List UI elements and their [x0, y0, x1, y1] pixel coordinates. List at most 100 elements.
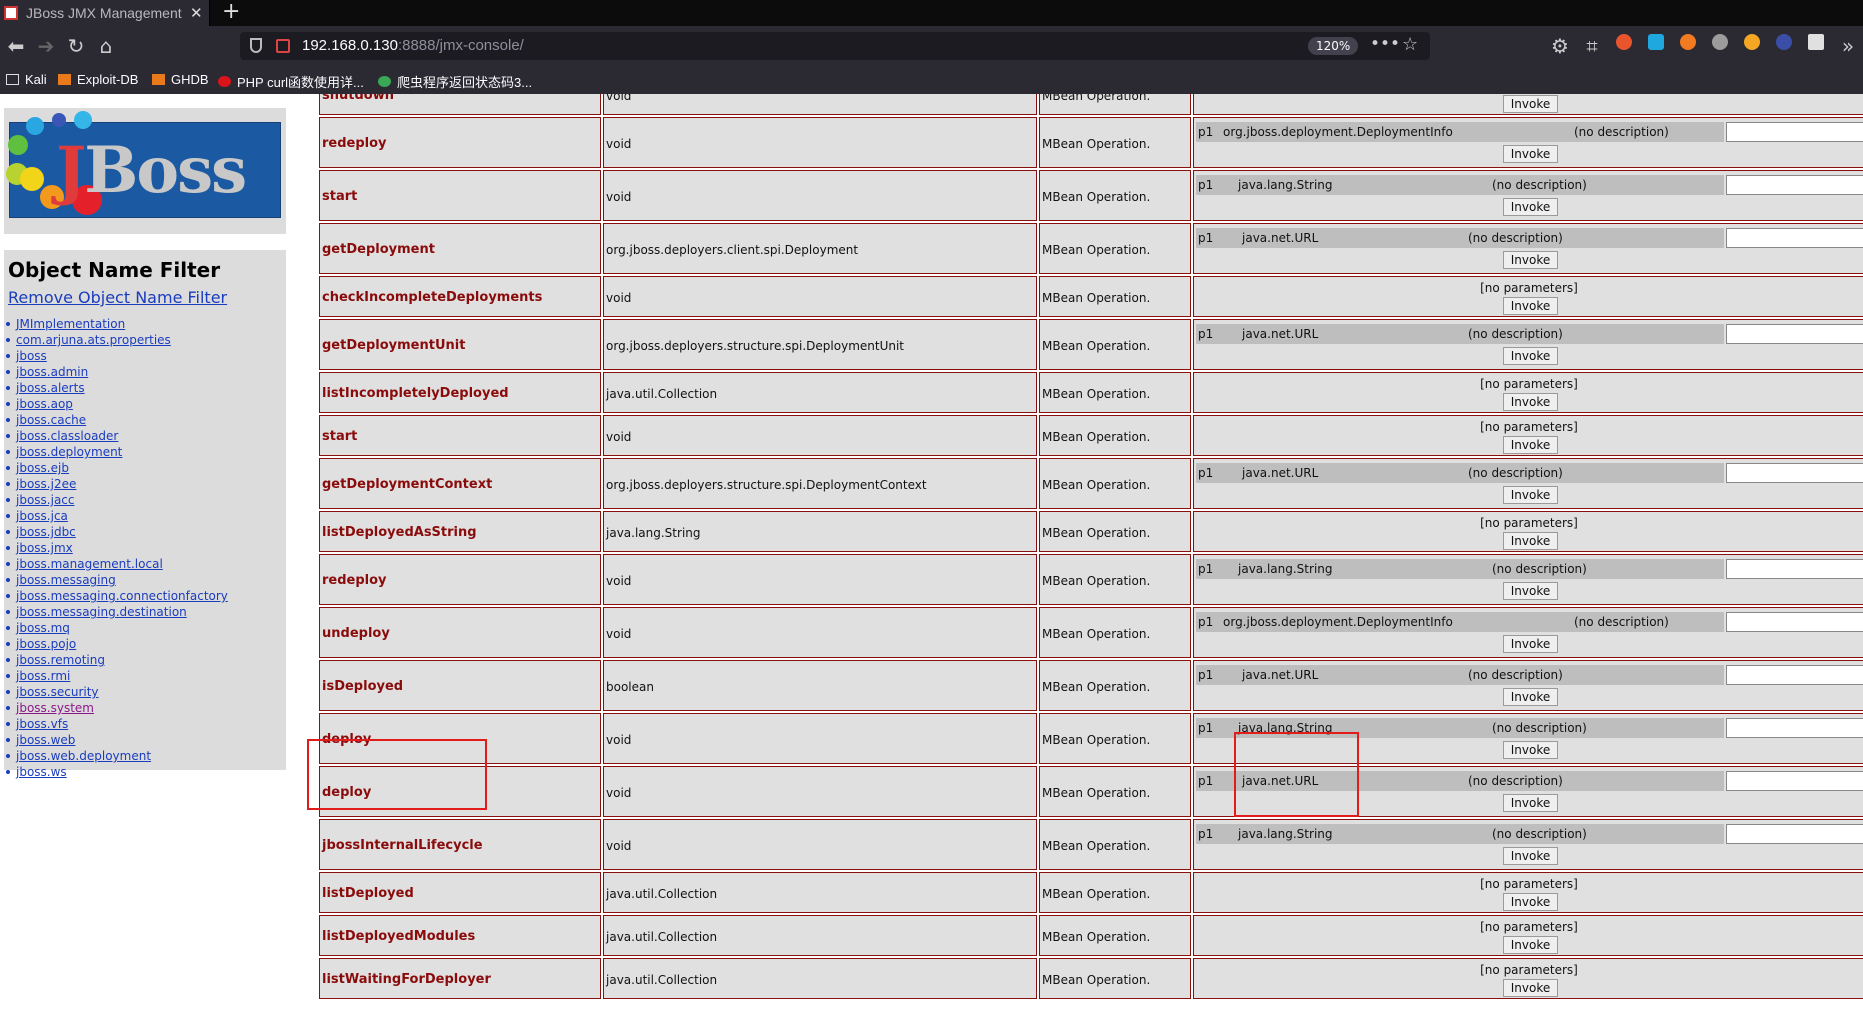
parameter-value-input[interactable] — [1726, 665, 1863, 685]
bookmark-crawler-status[interactable]: 爬虫程序返回状态码3... — [378, 72, 532, 91]
return-type: org.jboss.deployers.structure.spi.Deploy… — [606, 338, 905, 353]
invoke-button[interactable]: Invoke — [1503, 94, 1558, 113]
operation-name-cell: isDeployed — [319, 660, 601, 711]
insecure-lock-icon[interactable] — [276, 39, 290, 53]
screenshot-icon[interactable]: ⌗ — [1578, 32, 1606, 60]
operation-row: jbossInternalLifecycle void MBean Operatio… — [317, 819, 1863, 872]
extension-owl-icon[interactable] — [1712, 34, 1728, 50]
bookmark-exploit-db[interactable]: Exploit-DB — [58, 72, 138, 87]
invoke-button[interactable]: Invoke — [1503, 847, 1558, 865]
bookmark-php-curl[interactable]: PHP curl函数使用详... — [218, 72, 364, 91]
browser-tab[interactable]: JBoss JMX Management Co ✕ — [0, 0, 210, 26]
domain-link[interactable]: jboss.messaging.destination — [4, 604, 228, 620]
domain-link[interactable]: jboss.mq — [4, 620, 228, 636]
domain-link[interactable]: jboss.jmx — [4, 540, 228, 556]
domain-link[interactable]: jboss.ws — [4, 764, 228, 780]
operation-name-cell: redeploy — [319, 117, 601, 168]
domain-link[interactable]: com.arjuna.ats.properties — [4, 332, 228, 348]
invoke-button[interactable]: Invoke — [1503, 688, 1558, 706]
bookmark-star-icon[interactable]: ☆ — [1402, 34, 1418, 55]
new-tab-button[interactable]: + — [222, 0, 240, 24]
invoke-button[interactable]: Invoke — [1503, 198, 1558, 216]
url-text[interactable]: 192.168.0.130:8888/jmx-console/ — [302, 37, 524, 54]
domain-link[interactable]: jboss.admin — [4, 364, 228, 380]
domain-link[interactable]: jboss — [4, 348, 228, 364]
home-icon[interactable]: ⌂ — [92, 32, 120, 60]
settings-gear-icon[interactable]: ⚙ — [1546, 32, 1574, 60]
invoke-button[interactable]: Invoke — [1503, 582, 1558, 600]
extension-firefox-icon[interactable] — [1680, 34, 1696, 50]
parameter-value-input[interactable] — [1726, 559, 1863, 579]
zoom-level-badge[interactable]: 120% — [1308, 37, 1359, 55]
domain-link[interactable]: jboss.aop — [4, 396, 228, 412]
tracking-shield-icon[interactable] — [250, 38, 262, 53]
extension-ip-icon[interactable] — [1808, 34, 1824, 50]
invoke-button[interactable]: Invoke — [1503, 251, 1558, 269]
parameter-value-input[interactable] — [1726, 612, 1863, 632]
parameter-value-input[interactable] — [1726, 824, 1863, 844]
domain-link[interactable]: jboss.web.deployment — [4, 748, 228, 764]
invoke-button[interactable]: Invoke — [1503, 531, 1558, 550]
domain-link[interactable]: jboss.remoting — [4, 652, 228, 668]
domain-link[interactable]: jboss.alerts — [4, 380, 228, 396]
page-actions-icon[interactable]: ••• — [1370, 34, 1400, 54]
back-icon[interactable]: ⬅ — [2, 32, 30, 60]
parameters-cell: p1 java.net.URL (no description) Invoke — [1193, 660, 1863, 711]
domain-link[interactable]: jboss.system — [4, 700, 228, 716]
domain-link[interactable]: jboss.management.local — [4, 556, 228, 572]
domain-link[interactable]: jboss.j2ee — [4, 476, 228, 492]
domain-link[interactable]: jboss.vfs — [4, 716, 228, 732]
parameter-value-input[interactable] — [1726, 771, 1863, 791]
invoke-button[interactable]: Invoke — [1503, 347, 1558, 365]
domain-link[interactable]: jboss.messaging — [4, 572, 228, 588]
remove-filter-link[interactable]: Remove Object Name Filter — [8, 288, 227, 307]
invoke-button[interactable]: Invoke — [1503, 392, 1558, 411]
domain-link[interactable]: JMImplementation — [4, 316, 228, 332]
parameter-value-input[interactable] — [1726, 122, 1863, 142]
parameter-value-input[interactable] — [1726, 463, 1863, 483]
invoke-button[interactable]: Invoke — [1503, 794, 1558, 812]
return-type: java.util.Collection — [606, 886, 718, 901]
close-tab-icon[interactable]: ✕ — [190, 4, 203, 22]
domain-link[interactable]: jboss.cache — [4, 412, 228, 428]
invoke-button[interactable]: Invoke — [1503, 935, 1558, 954]
invoke-button[interactable]: Invoke — [1503, 741, 1558, 759]
domain-link[interactable]: jboss.ejb — [4, 460, 228, 476]
invoke-button[interactable]: Invoke — [1503, 145, 1558, 163]
bookmarks-toolbar: Kali Exploit-DB GHDB PHP curl函数使用详... 爬虫… — [0, 66, 1863, 94]
domain-link[interactable]: jboss.security — [4, 684, 228, 700]
address-bar[interactable]: 192.168.0.130:8888/jmx-console/ 120% •••… — [240, 32, 1430, 60]
domain-link[interactable]: jboss.jacc — [4, 492, 228, 508]
invoke-button[interactable]: Invoke — [1503, 892, 1558, 911]
bookmark-ghdb[interactable]: GHDB — [152, 72, 209, 87]
invoke-button[interactable]: Invoke — [1503, 978, 1558, 997]
domain-link[interactable]: jboss.classloader — [4, 428, 228, 444]
parameter-value-input[interactable] — [1726, 324, 1863, 344]
domain-link[interactable]: jboss.web — [4, 732, 228, 748]
parameter-value-input[interactable] — [1726, 175, 1863, 195]
extension-fox-icon[interactable] — [1616, 34, 1632, 50]
domain-link[interactable]: jboss.rmi — [4, 668, 228, 684]
overflow-menu-icon[interactable]: » — [1834, 32, 1862, 60]
domain-link[interactable]: jboss.pojo — [4, 636, 228, 652]
forward-icon[interactable]: ➔ — [32, 32, 60, 60]
domain-link[interactable]: jboss.messaging.connectionfactory — [4, 588, 228, 604]
reload-icon[interactable]: ↻ — [62, 32, 90, 60]
domain-link[interactable]: jboss.jca — [4, 508, 228, 524]
extension-gear-icon[interactable] — [1776, 34, 1792, 50]
bookmark-kali[interactable]: Kali — [6, 72, 47, 87]
invoke-button[interactable]: Invoke — [1503, 635, 1558, 653]
domain-link[interactable]: jboss.deployment — [4, 444, 228, 460]
extension-coin-icon[interactable] — [1744, 34, 1760, 50]
extension-cube-icon[interactable] — [1648, 34, 1664, 50]
invoke-button[interactable]: Invoke — [1503, 486, 1558, 504]
invoke-button[interactable]: Invoke — [1503, 296, 1558, 315]
parameter-type: org.jboss.deployment.DeploymentInfo — [1223, 615, 1453, 629]
parameter-value-input[interactable] — [1726, 228, 1863, 248]
invoke-button[interactable]: Invoke — [1503, 435, 1558, 454]
operation-name: jbossInternalLifecycle — [322, 837, 483, 853]
domain-link[interactable]: jboss.jdbc — [4, 524, 228, 540]
exploit-db-icon — [58, 74, 71, 85]
parameter-value-input[interactable] — [1726, 718, 1863, 738]
operation-row: listIncompletelyDeployed java.util.Collec… — [317, 372, 1863, 415]
